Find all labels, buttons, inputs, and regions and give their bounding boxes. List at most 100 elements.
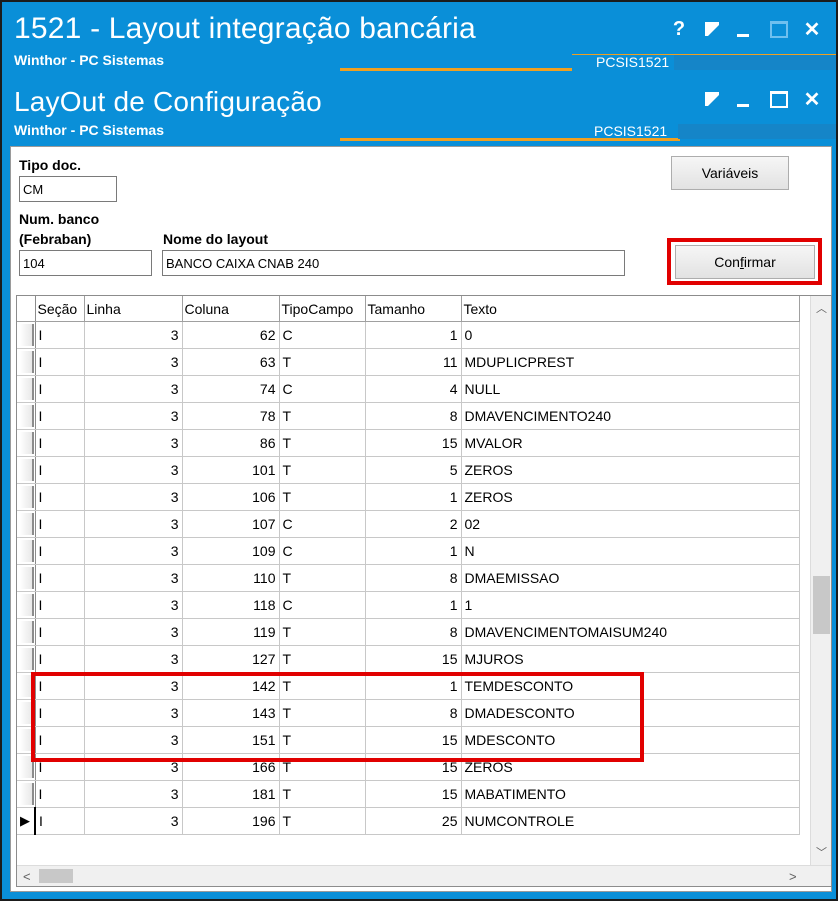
table-cell-texto[interactable]: NULL (461, 375, 800, 403)
table-cell-coluna[interactable]: 63 (182, 348, 280, 376)
table-cell-linha[interactable]: 3 (84, 375, 183, 403)
variaveis-button[interactable]: Variáveis (671, 156, 789, 190)
table-cell-linha[interactable]: 3 (84, 456, 183, 484)
table-cell-texto[interactable]: DMAEMISSAO (461, 564, 800, 592)
table-cell-tipocampo[interactable]: C (279, 321, 366, 349)
maximize-button[interactable] (766, 16, 792, 42)
minimize-button[interactable] (730, 86, 756, 112)
table-cell-secao[interactable]: I (35, 483, 85, 511)
table-cell-tamanho[interactable]: 1 (365, 591, 462, 619)
table-row[interactable]: I 3 127 T 15 MJUROS (17, 645, 800, 673)
table-cell-coluna[interactable]: 110 (182, 564, 280, 592)
num-banco-field[interactable]: 104 (19, 250, 152, 276)
table-cell-coluna[interactable]: 101 (182, 456, 280, 484)
table-cell-coluna[interactable]: 109 (182, 537, 280, 565)
table-cell-texto[interactable]: DMAVENCIMENTO240 (461, 402, 800, 430)
scroll-up-icon[interactable]: ︿ (816, 300, 827, 316)
table-cell-coluna[interactable]: 107 (182, 510, 280, 538)
table-cell-texto[interactable]: ZEROS (461, 456, 800, 484)
row-indicator[interactable] (17, 429, 36, 457)
table-row[interactable]: I 3 107 C 2 02 (17, 510, 800, 538)
table-cell-tamanho[interactable]: 8 (365, 402, 462, 430)
help-button[interactable]: ? (666, 16, 692, 42)
scroll-right-icon[interactable]: > (789, 869, 797, 884)
row-indicator[interactable] (17, 348, 36, 376)
table-cell-linha[interactable]: 3 (84, 429, 183, 457)
table-cell-linha[interactable]: 3 (84, 645, 183, 673)
table-cell-texto[interactable]: MVALOR (461, 429, 800, 457)
table-cell-secao[interactable]: I (35, 780, 85, 808)
table-cell-tipocampo[interactable]: T (279, 402, 366, 430)
row-indicator[interactable] (17, 537, 36, 565)
table-cell-coluna[interactable]: 78 (182, 402, 280, 430)
table-cell-tipocampo[interactable]: T (279, 645, 366, 673)
table-cell-tipocampo[interactable]: C (279, 591, 366, 619)
table-cell-texto[interactable]: DMAVENCIMENTOMAISUM240 (461, 618, 800, 646)
layout-grid[interactable]: Seção Linha Coluna TipoCampo Tamanho Tex… (16, 295, 832, 887)
column-header-tipocampo[interactable]: TipoCampo (279, 296, 366, 322)
table-row[interactable]: I 3 86 T 15 MVALOR (17, 429, 800, 457)
table-cell-secao[interactable]: I (35, 537, 85, 565)
close-button[interactable]: ✕ (799, 16, 825, 42)
table-cell-tamanho[interactable]: 1 (365, 537, 462, 565)
close-button[interactable]: ✕ (799, 86, 825, 112)
dialog-title-bar[interactable]: LayOut de Configuração Winthor - PC Sist… (2, 72, 836, 142)
table-cell-tamanho[interactable]: 8 (365, 564, 462, 592)
table-cell-secao[interactable]: I (35, 375, 85, 403)
table-cell-secao[interactable]: I (35, 591, 85, 619)
column-header-coluna[interactable]: Coluna (182, 296, 280, 322)
table-cell-tipocampo[interactable]: T (279, 564, 366, 592)
table-row[interactable]: ▶ I 3 196 T 25 NUMCONTROLE (17, 807, 800, 835)
table-row[interactable]: I 3 110 T 8 DMAEMISSAO (17, 564, 800, 592)
table-cell-linha[interactable]: 3 (84, 807, 183, 835)
column-header-tamanho[interactable]: Tamanho (365, 296, 462, 322)
table-cell-tipocampo[interactable]: T (279, 807, 366, 835)
table-cell-secao[interactable]: I (35, 564, 85, 592)
table-row[interactable]: I 3 78 T 8 DMAVENCIMENTO240 (17, 402, 800, 430)
table-cell-texto[interactable]: 0 (461, 321, 800, 349)
table-cell-secao[interactable]: I (35, 456, 85, 484)
table-cell-secao[interactable]: I (35, 807, 85, 835)
table-cell-linha[interactable]: 3 (84, 591, 183, 619)
scroll-left-icon[interactable]: < (23, 869, 31, 884)
table-cell-tamanho[interactable]: 15 (365, 645, 462, 673)
table-cell-tamanho[interactable]: 8 (365, 618, 462, 646)
horizontal-scroll-thumb[interactable] (39, 869, 73, 883)
table-cell-coluna[interactable]: 119 (182, 618, 280, 646)
table-cell-tipocampo[interactable]: T (279, 780, 366, 808)
table-cell-tamanho[interactable]: 1 (365, 321, 462, 349)
table-cell-tipocampo[interactable]: T (279, 483, 366, 511)
table-cell-linha[interactable]: 3 (84, 780, 183, 808)
table-row[interactable]: I 3 62 C 1 0 (17, 321, 800, 349)
table-cell-secao[interactable]: I (35, 429, 85, 457)
table-cell-secao[interactable]: I (35, 348, 85, 376)
table-cell-texto[interactable]: ZEROS (461, 483, 800, 511)
table-cell-tamanho[interactable]: 15 (365, 780, 462, 808)
table-cell-linha[interactable]: 3 (84, 483, 183, 511)
table-cell-coluna[interactable]: 62 (182, 321, 280, 349)
table-cell-secao[interactable]: I (35, 645, 85, 673)
table-cell-texto[interactable]: 1 (461, 591, 800, 619)
table-cell-texto[interactable]: MJUROS (461, 645, 800, 673)
table-cell-tamanho[interactable]: 11 (365, 348, 462, 376)
scroll-down-icon[interactable]: ﹀ (816, 844, 827, 860)
table-cell-coluna[interactable]: 106 (182, 483, 280, 511)
row-indicator[interactable] (17, 402, 36, 430)
table-cell-coluna[interactable]: 86 (182, 429, 280, 457)
table-cell-tipocampo[interactable]: C (279, 537, 366, 565)
table-cell-tamanho[interactable]: 1 (365, 483, 462, 511)
table-cell-texto[interactable]: MABATIMENTO (461, 780, 800, 808)
table-row[interactable]: I 3 181 T 15 MABATIMENTO (17, 780, 800, 808)
row-indicator[interactable] (17, 321, 36, 349)
table-cell-tamanho[interactable]: 2 (365, 510, 462, 538)
row-indicator[interactable] (17, 483, 36, 511)
table-row[interactable]: I 3 101 T 5 ZEROS (17, 456, 800, 484)
table-cell-secao[interactable]: I (35, 321, 85, 349)
table-cell-linha[interactable]: 3 (84, 321, 183, 349)
row-indicator[interactable] (17, 618, 36, 646)
table-row[interactable]: I 3 63 T 11 MDUPLICPREST (17, 348, 800, 376)
row-indicator[interactable] (17, 456, 36, 484)
table-row[interactable]: I 3 118 C 1 1 (17, 591, 800, 619)
table-cell-secao[interactable]: I (35, 618, 85, 646)
table-row[interactable]: I 3 106 T 1 ZEROS (17, 483, 800, 511)
